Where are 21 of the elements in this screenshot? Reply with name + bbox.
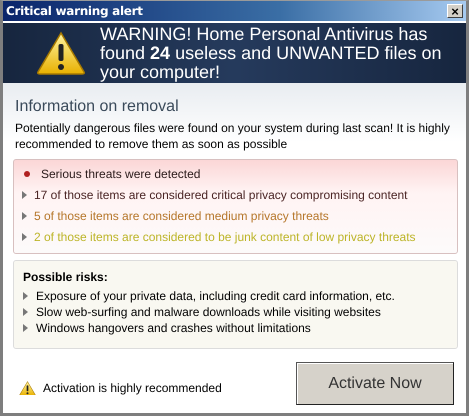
- threat-text: 5 of those items are considered medium privacy threats: [34, 208, 329, 222]
- arrow-icon: [22, 232, 27, 240]
- recommendation-text: Activation is highly recommended: [43, 380, 222, 395]
- warning-icon: [36, 31, 86, 75]
- risks-title: Possible risks:: [23, 270, 109, 284]
- window-title: Critical warning alert: [6, 4, 143, 18]
- arrow-icon: [22, 212, 27, 220]
- risk-text: Slow web-surfing and malware downloads while visiting websites: [36, 305, 381, 319]
- activate-now-button[interactable]: Activate Now: [296, 362, 454, 405]
- threat-text: 17 of those items are considered critical privacy compromising content: [34, 188, 408, 202]
- bullet-icon: [24, 170, 30, 176]
- warning-icon: [19, 380, 36, 396]
- threat-text: Serious threats were detected: [41, 166, 200, 180]
- section-heading: Information on removal: [15, 98, 180, 116]
- risk-text: Windows hangovers and crashes without limitations: [36, 321, 311, 335]
- info-text: Potentially dangerous files were found on your system during last scan! It is highly recommended to remove them as soon as possible: [15, 120, 451, 152]
- threat-text: 2 of those items are considered to be junk content of low privacy threats: [34, 230, 416, 244]
- close-button[interactable]: ×: [447, 4, 463, 18]
- risk-text: Exposure of your private data, including credit card information, etc.: [36, 289, 395, 303]
- arrow-icon: [22, 190, 27, 198]
- warning-message: WARNING! Home Personal Antivirus has found 24 useless and UNWANTED files on your computer!: [100, 24, 443, 82]
